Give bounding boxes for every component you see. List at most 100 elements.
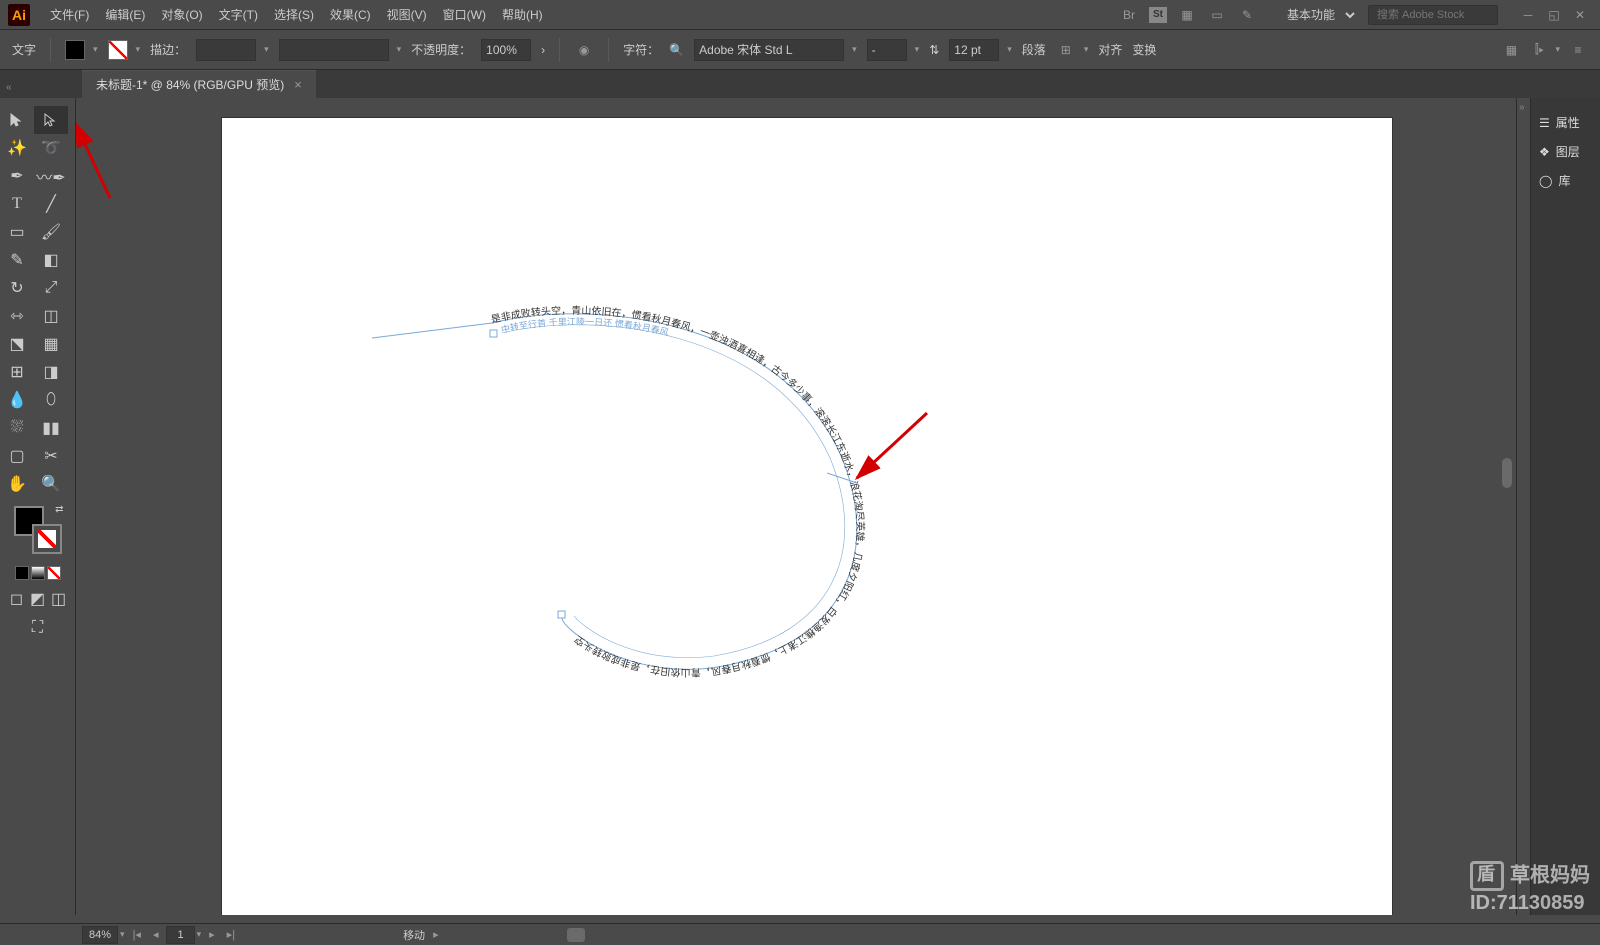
- panel-layers[interactable]: ❖ 图层: [1531, 137, 1600, 166]
- slice-tool[interactable]: ✂: [34, 442, 68, 470]
- window-close-icon[interactable]: ✕: [1568, 5, 1592, 25]
- curvature-tool[interactable]: 〰✒: [34, 162, 68, 190]
- panel-properties[interactable]: ☰ 属性: [1531, 108, 1600, 137]
- next-artboard-icon[interactable]: ▸: [205, 928, 219, 941]
- paintbrush-tool[interactable]: 🖌: [34, 218, 68, 246]
- color-mode-none[interactable]: [47, 566, 61, 580]
- artboard-number[interactable]: 1: [166, 926, 194, 944]
- menu-object[interactable]: 对象(O): [153, 6, 210, 23]
- font-size-input[interactable]: 12 pt: [949, 39, 999, 61]
- paragraph-label[interactable]: 段落: [1022, 41, 1046, 58]
- color-mode-color[interactable]: [15, 566, 29, 580]
- list-icon[interactable]: ≡: [1568, 40, 1588, 60]
- draw-behind-icon[interactable]: ◩: [29, 590, 47, 608]
- free-transform-tool[interactable]: ◫: [34, 302, 68, 330]
- align-to-icon[interactable]: ⫿▸: [1529, 40, 1549, 60]
- scale-tool[interactable]: ⤢: [34, 274, 68, 302]
- eyedropper-tool[interactable]: 💧: [0, 386, 34, 414]
- collapse-left-icon[interactable]: «: [6, 82, 12, 93]
- artboard-tool[interactable]: ▢: [0, 442, 34, 470]
- symbol-sprayer-tool[interactable]: ⛆: [0, 414, 34, 442]
- gpu-icon[interactable]: ▭: [1207, 5, 1227, 25]
- watermark-line1: 草根妈妈: [1510, 864, 1590, 886]
- stroke-color-icon[interactable]: [32, 524, 62, 554]
- menu-type[interactable]: 文字(T): [211, 6, 266, 23]
- zoom-tool[interactable]: 🔍: [34, 470, 68, 498]
- pen-tool[interactable]: ✒: [0, 162, 34, 190]
- recolor-icon[interactable]: ◉: [574, 40, 594, 60]
- align-panel-icon[interactable]: ⊞: [1056, 40, 1076, 60]
- brush-definition[interactable]: [279, 39, 389, 61]
- panel-label: 库: [1558, 172, 1570, 189]
- swap-fill-stroke-icon[interactable]: ⇄: [55, 504, 63, 515]
- bridge-icon[interactable]: Br: [1119, 5, 1139, 25]
- font-search-icon[interactable]: 🔍: [669, 43, 684, 57]
- draw-normal-icon[interactable]: ◻: [8, 590, 26, 608]
- isolate-icon[interactable]: ▦: [1501, 40, 1521, 60]
- menu-view[interactable]: 视图(V): [379, 6, 435, 23]
- shape-builder-tool[interactable]: ⬔: [0, 330, 34, 358]
- first-artboard-icon[interactable]: |◂: [129, 928, 145, 941]
- menu-edit[interactable]: 编辑(E): [97, 6, 153, 23]
- prev-artboard-icon[interactable]: ◂: [149, 928, 163, 941]
- path-text-outer[interactable]: 是非成败转头空，青山依旧在，惯看秋月春风，一壶浊酒喜相逢，古今多少事，滚滚长江东…: [490, 304, 867, 680]
- magic-wand-tool[interactable]: ✨: [0, 134, 34, 162]
- panel-libraries[interactable]: ◯ 库: [1531, 166, 1600, 195]
- right-collapse-handle[interactable]: [1516, 98, 1530, 915]
- document-tab[interactable]: 未标题-1* @ 84% (RGB/GPU 预览) ×: [82, 70, 316, 98]
- width-tool[interactable]: ⇿: [0, 302, 34, 330]
- transform-label[interactable]: 变换: [1132, 41, 1156, 58]
- perspective-tool[interactable]: ▦: [34, 330, 68, 358]
- window-minimize-icon[interactable]: ─: [1516, 5, 1540, 25]
- hand-tool[interactable]: ✋: [0, 470, 34, 498]
- lasso-tool[interactable]: ➰: [34, 134, 68, 162]
- last-artboard-icon[interactable]: ▸|: [223, 928, 239, 941]
- status-caret-icon[interactable]: ▸: [429, 928, 443, 941]
- font-family-input[interactable]: Adobe 宋体 Std L: [694, 39, 844, 61]
- menu-file[interactable]: 文件(F): [42, 6, 97, 23]
- horizontal-scrollbar[interactable]: [567, 928, 585, 942]
- tab-close-icon[interactable]: ×: [294, 77, 302, 92]
- path-artwork[interactable]: 是非成败转头空，青山依旧在，惯看秋月春风，一壶浊酒喜相逢，古今多少事，滚滚长江东…: [222, 118, 1392, 915]
- menu-help[interactable]: 帮助(H): [494, 6, 551, 23]
- stroke-weight-input[interactable]: [196, 39, 256, 61]
- rotate-tool[interactable]: ↻: [0, 274, 34, 302]
- menu-effect[interactable]: 效果(C): [322, 6, 379, 23]
- stroke-swatch[interactable]: [108, 40, 128, 60]
- rectangle-tool[interactable]: ▭: [0, 218, 34, 246]
- canvas-area[interactable]: 是非成败转头空，青山依旧在，惯看秋月春风，一壶浊酒喜相逢，古今多少事，滚滚长江东…: [76, 98, 1500, 915]
- screen-mode-icon[interactable]: ⛶: [21, 614, 55, 642]
- zoom-level[interactable]: 84%: [82, 926, 118, 944]
- workspace-switcher[interactable]: 基本功能: [1277, 5, 1358, 25]
- blend-tool[interactable]: ⬯: [34, 386, 68, 414]
- gradient-tool[interactable]: ◨: [34, 358, 68, 386]
- menu-window[interactable]: 窗口(W): [435, 6, 494, 23]
- stock-icon[interactable]: St: [1149, 7, 1167, 23]
- feedback-icon[interactable]: ✎: [1237, 5, 1257, 25]
- draw-inside-icon[interactable]: ◫: [50, 590, 68, 608]
- fill-stroke-control[interactable]: ⇄: [14, 506, 62, 554]
- direct-selection-tool[interactable]: [34, 106, 68, 134]
- fill-swatch[interactable]: [65, 40, 85, 60]
- mesh-tool[interactable]: ⊞: [0, 358, 34, 386]
- vertical-scrollbar[interactable]: [1500, 98, 1516, 915]
- menu-select[interactable]: 选择(S): [266, 6, 322, 23]
- type-tool[interactable]: T: [0, 190, 34, 218]
- path-anchor-start[interactable]: [490, 330, 497, 337]
- graph-tool[interactable]: ▮▮: [34, 414, 68, 442]
- artboard[interactable]: 是非成败转头空，青山依旧在，惯看秋月春风，一壶浊酒喜相逢，古今多少事，滚滚长江东…: [222, 118, 1392, 915]
- font-style-input[interactable]: -: [867, 39, 907, 61]
- eraser-tool[interactable]: ◧: [34, 246, 68, 274]
- opacity-caret-icon[interactable]: ›: [541, 43, 545, 57]
- opacity-value[interactable]: 100%: [481, 39, 531, 61]
- shaper-tool[interactable]: ✎: [0, 246, 34, 274]
- zoom-dropdown-icon[interactable]: ▾: [120, 929, 125, 940]
- align-label[interactable]: 对齐: [1098, 41, 1122, 58]
- search-stock-input[interactable]: [1368, 5, 1498, 25]
- line-tool[interactable]: ╱: [34, 190, 68, 218]
- arrange-docs-icon[interactable]: ▦: [1177, 5, 1197, 25]
- color-mode-gradient[interactable]: [31, 566, 45, 580]
- window-restore-icon[interactable]: ◱: [1542, 5, 1566, 25]
- selection-tool[interactable]: [0, 106, 34, 134]
- path-anchor-end[interactable]: [558, 611, 565, 618]
